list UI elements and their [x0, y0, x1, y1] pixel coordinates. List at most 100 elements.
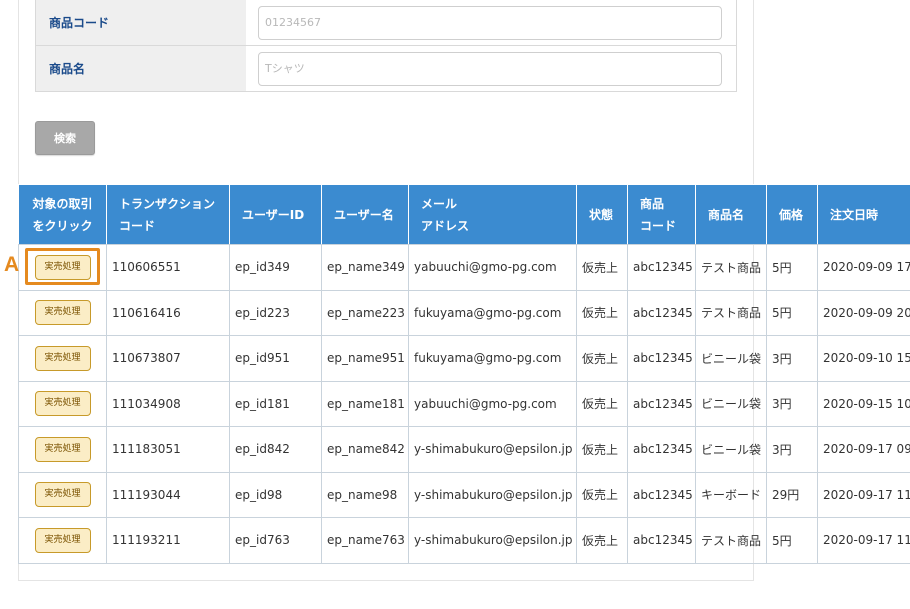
email-cell: fukuyama@gmo-pg.com	[408, 289, 577, 336]
order-date-cell: 2020-09-17 11	[817, 471, 910, 518]
header-transaction-code: トランザクション コード	[106, 184, 230, 245]
annotation-marker: A	[4, 253, 20, 276]
status-cell: 仮売上	[576, 289, 628, 336]
transaction-code-cell: 111183051	[106, 426, 230, 473]
order-date-cell: 2020-09-10 15	[817, 335, 910, 382]
price-cell: 5円	[766, 517, 818, 564]
status-cell: 仮売上	[576, 426, 628, 473]
user-id-cell: ep_id223	[229, 289, 322, 336]
user-id-cell: ep_id349	[229, 244, 322, 291]
sale-process-button[interactable]: 実売処理	[34, 391, 91, 417]
table-row: 実売処理 110673807 ep_id951 ep_name951 fukuy…	[18, 335, 910, 382]
sale-process-button[interactable]: 実売処理	[34, 300, 91, 326]
product-code-cell: abc12345	[627, 517, 696, 564]
product-name-row: 商品名	[36, 46, 736, 91]
product-code-cell: abc12345	[627, 380, 696, 427]
user-name-cell: ep_name181	[321, 380, 409, 427]
action-cell: 実売処理	[18, 380, 107, 427]
product-code-cell: abc12345	[627, 426, 696, 473]
transaction-code-cell: 110673807	[106, 335, 230, 382]
status-cell: 仮売上	[576, 244, 628, 291]
order-date-cell: 2020-09-09 20	[817, 289, 910, 336]
transactions-table-wrapper: 対象の取引 をクリック トランザクション コード ユーザーID ユーザー名 メー…	[18, 184, 910, 564]
table-header-row: 対象の取引 をクリック トランザクション コード ユーザーID ユーザー名 メー…	[18, 184, 910, 245]
action-cell: 実売処理	[18, 426, 107, 473]
header-action: 対象の取引 をクリック	[18, 184, 107, 245]
product-name-input[interactable]	[258, 51, 722, 86]
price-cell: 3円	[766, 426, 818, 473]
product-name-cell: ビニール袋	[695, 335, 767, 382]
sale-process-button[interactable]: 実売処理	[34, 527, 91, 553]
user-name-cell: ep_name349	[321, 244, 409, 291]
action-cell: 実売処理	[18, 244, 107, 291]
header-transaction-line2: コード	[119, 218, 156, 233]
header-price: 価格	[766, 184, 818, 245]
action-cell: 実売処理	[18, 471, 107, 518]
header-code-line2: コード	[640, 218, 677, 233]
transactions-table: 対象の取引 をクリック トランザクション コード ユーザーID ユーザー名 メー…	[18, 184, 910, 564]
table-row: 実売処理 111183051 ep_id842 ep_name842 y-shi…	[18, 426, 910, 473]
sale-process-button[interactable]: 実売処理	[34, 254, 91, 280]
action-cell: 実売処理	[18, 335, 107, 382]
product-code-row: 商品コード	[36, 0, 736, 46]
header-status: 状態	[576, 184, 628, 245]
header-mail-line1: メール	[421, 196, 458, 211]
product-code-cell: abc12345	[627, 471, 696, 518]
product-code-input[interactable]	[258, 5, 722, 40]
header-product-code: 商品 コード	[627, 184, 696, 245]
user-id-cell: ep_id842	[229, 426, 322, 473]
user-name-cell: ep_name763	[321, 517, 409, 564]
product-name-cell: テスト商品	[695, 517, 767, 564]
table-row: 実売処理 111034908 ep_id181 ep_name181 yabuu…	[18, 380, 910, 427]
sale-process-button[interactable]: 実売処理	[34, 345, 91, 371]
email-cell: y-shimabukuro@epsilon.jp	[408, 517, 577, 564]
header-product-name: 商品名	[695, 184, 767, 245]
order-date-cell: 2020-09-09 17	[817, 244, 910, 291]
header-mail-address: メール アドレス	[408, 184, 577, 245]
product-name-cell	[246, 46, 736, 91]
transaction-code-cell: 111193211	[106, 517, 230, 564]
table-row: 実売処理 110606551 ep_id349 ep_name349 yabuu…	[18, 244, 910, 291]
table-body: 実売処理 110606551 ep_id349 ep_name349 yabuu…	[18, 244, 910, 564]
email-cell: y-shimabukuro@epsilon.jp	[408, 426, 577, 473]
price-cell: 5円	[766, 289, 818, 336]
header-mail-line2: アドレス	[421, 218, 470, 233]
status-cell: 仮売上	[576, 335, 628, 382]
product-code-cell	[246, 0, 736, 45]
product-code-label: 商品コード	[36, 0, 246, 45]
product-name-cell: テスト商品	[695, 244, 767, 291]
table-row: 実売処理 111193211 ep_id763 ep_name763 y-shi…	[18, 517, 910, 564]
product-name-cell: テスト商品	[695, 289, 767, 336]
search-button[interactable]: 検索	[35, 121, 95, 155]
transaction-code-cell: 110606551	[106, 244, 230, 291]
status-cell: 仮売上	[576, 471, 628, 518]
price-cell: 3円	[766, 380, 818, 427]
price-cell: 5円	[766, 244, 818, 291]
sale-process-button[interactable]: 実売処理	[34, 482, 91, 508]
product-name-label: 商品名	[36, 46, 246, 91]
transaction-code-cell: 111034908	[106, 380, 230, 427]
user-id-cell: ep_id763	[229, 517, 322, 564]
action-cell: 実売処理	[18, 517, 107, 564]
order-date-cell: 2020-09-17 11	[817, 517, 910, 564]
user-name-cell: ep_name951	[321, 335, 409, 382]
header-action-line1: 対象の取引	[32, 196, 93, 211]
user-name-cell: ep_name842	[321, 426, 409, 473]
price-cell: 29円	[766, 471, 818, 518]
header-action-line2: をクリック	[32, 218, 93, 233]
product-name-cell: ビニール袋	[695, 426, 767, 473]
header-transaction-line1: トランザクション	[119, 196, 216, 211]
order-date-cell: 2020-09-17 09	[817, 426, 910, 473]
transaction-code-cell: 111193044	[106, 471, 230, 518]
user-id-cell: ep_id951	[229, 335, 322, 382]
sale-process-button[interactable]: 実売処理	[34, 436, 91, 462]
product-name-cell: ビニール袋	[695, 380, 767, 427]
header-user-id: ユーザーID	[229, 184, 322, 245]
header-code-line1: 商品	[640, 196, 665, 211]
price-cell: 3円	[766, 335, 818, 382]
user-id-cell: ep_id181	[229, 380, 322, 427]
email-cell: fukuyama@gmo-pg.com	[408, 335, 577, 382]
email-cell: yabuuchi@gmo-pg.com	[408, 380, 577, 427]
product-name-cell: キーボード	[695, 471, 767, 518]
user-id-cell: ep_id98	[229, 471, 322, 518]
